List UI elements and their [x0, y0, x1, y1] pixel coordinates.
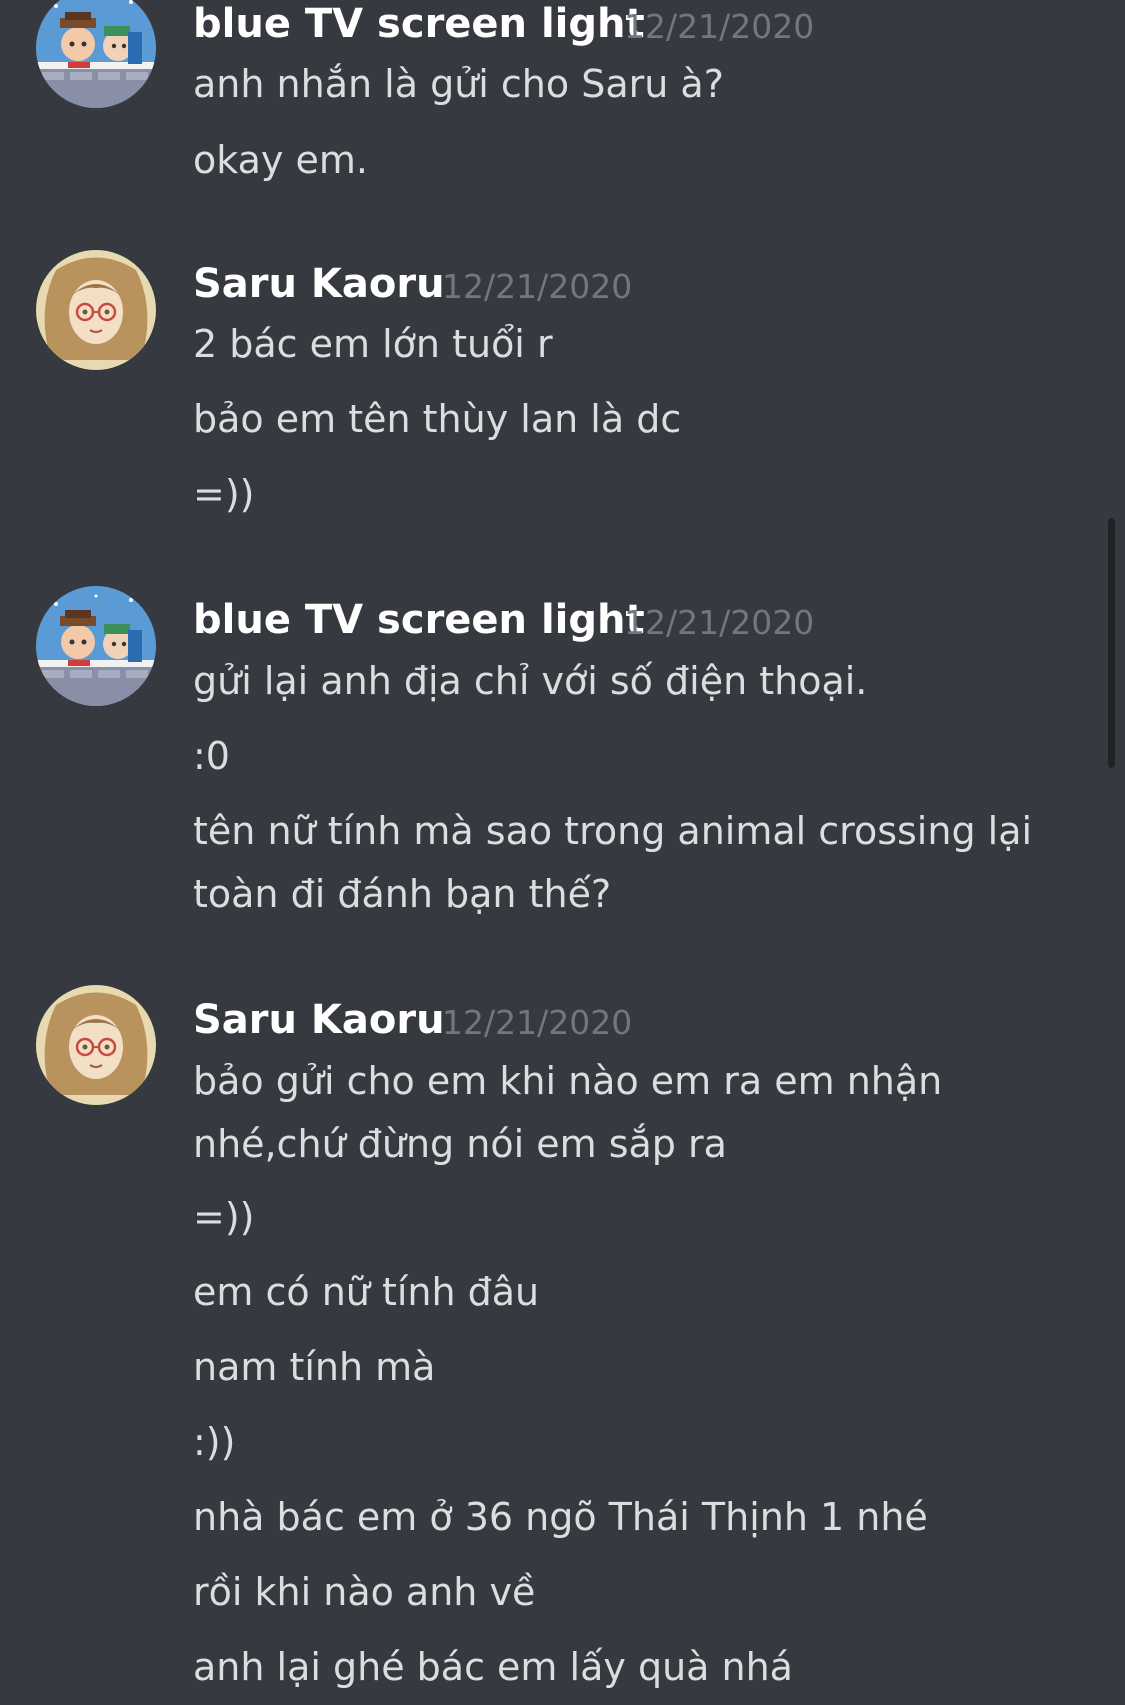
message-text: 2 bác em lớn tuổi r — [193, 322, 553, 366]
message-text: em có nữ tính đâu — [193, 1270, 540, 1314]
avatar[interactable] — [36, 985, 156, 1105]
message-text: bảo em tên thùy lan là dc — [193, 397, 682, 441]
message-text: anh lại ghé bác em lấy quà nhá — [193, 1645, 793, 1689]
message-author[interactable]: blue TV screen light — [193, 4, 645, 44]
message-author[interactable]: blue TV screen light — [193, 600, 645, 640]
message-text: :0 — [193, 734, 230, 778]
message-text: toàn đi đánh bạn thế? — [193, 872, 612, 916]
avatar[interactable] — [36, 0, 156, 108]
message-text: nhé,chứ đừng nói em sắp ra — [193, 1122, 727, 1166]
message-text: okay em. — [193, 138, 368, 182]
message-author[interactable]: Saru Kaoru — [193, 264, 445, 304]
message-text: anh nhắn là gửi cho Saru à? — [193, 62, 724, 106]
avatar[interactable] — [36, 250, 156, 370]
scrollbar-thumb[interactable] — [1108, 518, 1115, 768]
message-author[interactable]: Saru Kaoru — [193, 1000, 445, 1040]
message-text: =)) — [193, 1195, 255, 1239]
message-timestamp: 12/21/2020 — [624, 7, 815, 46]
message-text: tên nữ tính mà sao trong animal crossing… — [193, 809, 1033, 853]
message-text: nam tính mà — [193, 1345, 436, 1389]
chat-message-list[interactable]: blue TV screen light 12/21/2020 anh nhắn… — [0, 0, 1125, 1705]
avatar[interactable] — [36, 586, 156, 706]
message-text: rồi khi nào anh về — [193, 1570, 536, 1614]
message-text: :)) — [193, 1420, 236, 1464]
message-timestamp: 12/21/2020 — [442, 1003, 633, 1042]
message-timestamp: 12/21/2020 — [624, 603, 815, 642]
message-timestamp: 12/21/2020 — [442, 267, 633, 306]
message-text: bảo gửi cho em khi nào em ra em nhận — [193, 1059, 943, 1103]
message-text: nhà bác em ở 36 ngõ Thái Thịnh 1 nhé — [193, 1495, 928, 1539]
message-text: =)) — [193, 472, 255, 516]
message-text: gửi lại anh địa chỉ với số điện thoại. — [193, 659, 868, 703]
